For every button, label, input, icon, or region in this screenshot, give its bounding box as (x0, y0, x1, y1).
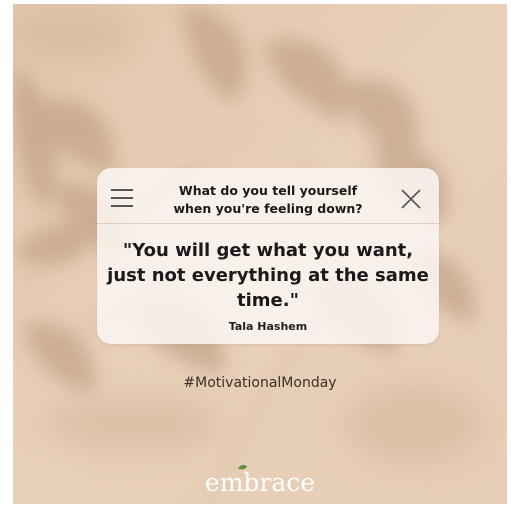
quote-text: "You will get what you want, just not ev… (105, 238, 431, 313)
quote-line-3: time." (237, 290, 299, 311)
close-icon[interactable] (401, 189, 421, 209)
post-image: What do you tell yourself when you're fe… (13, 4, 507, 504)
question-line-1: What do you tell yourself (178, 183, 358, 198)
hashtag: #MotivationalMonday (183, 375, 337, 391)
quote-line-2: just not everything at the same (107, 265, 429, 286)
question-card: What do you tell yourself when you're fe… (97, 168, 439, 344)
question-text: What do you tell yourself when you're fe… (147, 182, 389, 218)
card-header: What do you tell yourself when you're fe… (97, 168, 439, 224)
logo-text: embrace (205, 468, 315, 497)
question-line-2: when you're feeling down? (173, 201, 363, 216)
quote-line-1: "You will get what you want, (122, 240, 414, 261)
quote-author: Tala Hashem (228, 320, 308, 333)
embrace-logo: embrace (205, 464, 315, 497)
menu-icon[interactable] (111, 189, 133, 207)
